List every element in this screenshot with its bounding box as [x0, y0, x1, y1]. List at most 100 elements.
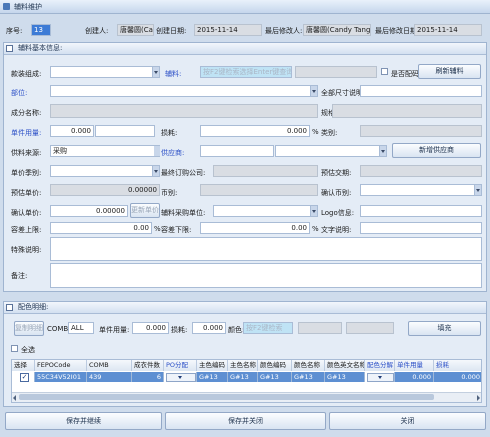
chevron-down-icon [152, 67, 159, 77]
col-header-comb[interactable]: COMB [87, 360, 132, 371]
tol-upper-input[interactable]: 0.00 [50, 222, 152, 234]
remark-label: 备注: [11, 272, 28, 280]
copy-detail-button[interactable]: 复制明细 [14, 321, 44, 336]
grid-header-row: 选择 FEPOCode COMB 成衣件数 PO分配 主色编码 主色名称 颜色编… [12, 360, 481, 371]
cell-color-en: G#13 [325, 372, 365, 382]
update-price-button[interactable]: 更新单价 [130, 203, 160, 218]
col-header-color-en[interactable]: 颜色英文名称 [325, 360, 365, 371]
purchase-unit-label: 辅料采购单位: [161, 209, 206, 217]
style-select[interactable] [50, 66, 160, 78]
supplier-input[interactable] [200, 145, 274, 157]
cell-split[interactable] [365, 372, 395, 382]
color-loss-input[interactable]: 0.000 [192, 322, 226, 334]
modifier-label: 最后修改人: [265, 27, 303, 35]
cell-loss[interactable]: 0.000 [434, 372, 481, 382]
po-dropdown[interactable] [166, 373, 196, 382]
part-label: 部位: [11, 89, 28, 97]
col-header-select[interactable]: 选择 [12, 360, 35, 371]
text-desc-input[interactable] [360, 222, 482, 234]
col-header-main-name[interactable]: 主色名称 [228, 360, 258, 371]
close-button[interactable]: 关闭 [329, 412, 486, 430]
cell-comb: 439 [87, 372, 132, 382]
unit-usage-spinner[interactable] [95, 125, 155, 137]
est-price-field: 0.00000 [50, 184, 160, 196]
loss-input[interactable]: 0.000 [200, 125, 310, 137]
cell-qty: 6 [132, 372, 164, 382]
currency-field [200, 184, 318, 196]
spec-field [332, 104, 482, 118]
confirm-currency-select[interactable] [360, 184, 482, 196]
table-row[interactable]: ✓ 55C34V52I01 439 6 G#13 G#13 G#13 G#13 … [12, 372, 481, 382]
col-header-loss[interactable]: 损耗 [434, 360, 481, 371]
scroll-thumb[interactable] [19, 394, 434, 400]
color-input[interactable]: 按F2键检索 [243, 322, 293, 334]
scroll-left-icon[interactable] [13, 395, 16, 401]
select-all-checkbox[interactable] [11, 345, 18, 352]
color-unit-usage-input[interactable]: 0.000 [132, 322, 169, 334]
price-season-label: 单价季别: [11, 169, 42, 177]
tol-lower-input[interactable]: 0.00 [200, 222, 310, 234]
part-select[interactable] [50, 85, 318, 97]
tol-lower-percent: % [312, 225, 319, 233]
supplier-select[interactable] [275, 145, 387, 157]
window-title: 辅料维护 [14, 3, 42, 11]
last-order-field [213, 165, 318, 177]
col-header-po[interactable]: PO分配 [164, 360, 197, 371]
text-desc-label: 文字说明: [321, 226, 352, 234]
save-continue-button[interactable]: 保存并继续 [5, 412, 162, 430]
new-supplier-button[interactable]: 新增供应商 [392, 143, 481, 158]
modifier-field: 唐馨圆(Candy Tang) [303, 24, 371, 36]
cell-main-code: G#13 [197, 372, 228, 382]
save-close-button[interactable]: 保存并关闭 [165, 412, 326, 430]
seq-field: 13 [31, 24, 51, 36]
cell-main-name: G#13 [228, 372, 258, 382]
col-header-fepocode[interactable]: FEPOCode [35, 360, 87, 371]
material-label: 辅料: [165, 70, 182, 78]
cell-po[interactable] [164, 372, 197, 382]
creator-field: 唐馨圆(Candy [117, 24, 154, 36]
col-header-color-code[interactable]: 颜色编码 [258, 360, 292, 371]
color-detail-header: 配色明细: [4, 302, 486, 314]
material-input[interactable]: 按F2键检索选择Enter键查询辅料 [200, 66, 292, 78]
row-select-cell[interactable]: ✓ [12, 372, 35, 382]
price-season-select[interactable] [50, 165, 160, 177]
match-code-label: 是否配码 [391, 70, 419, 78]
purchase-unit-select[interactable] [213, 205, 318, 217]
last-order-label: 最终订购公司: [161, 169, 206, 177]
match-code-checkbox[interactable] [381, 68, 388, 75]
scroll-right-icon[interactable] [477, 395, 480, 401]
cell-fepo: 55C34V52I01 [35, 372, 87, 382]
col-header-usage[interactable]: 单件用量 [395, 360, 434, 371]
col-header-color-name[interactable]: 颜色名称 [292, 360, 325, 371]
special-label: 特殊说明: [11, 246, 42, 254]
col-header-main-code[interactable]: 主色编码 [197, 360, 228, 371]
fill-button[interactable]: 填充 [408, 321, 481, 336]
create-date-field: 2015-11-14 [194, 24, 262, 36]
composition-label: 成分名称: [11, 109, 42, 117]
horizontal-scrollbar[interactable] [12, 392, 481, 402]
cell-usage[interactable]: 0.000 [395, 372, 434, 382]
cell-color-code: G#13 [258, 372, 292, 382]
collapse-icon[interactable] [6, 45, 13, 52]
supply-select[interactable]: 采购 [50, 145, 160, 157]
checkmark-icon[interactable]: ✓ [20, 373, 29, 382]
confirm-price-input[interactable]: 0.00000 [50, 205, 128, 217]
chevron-down-icon [178, 376, 182, 379]
logo-input[interactable] [360, 205, 482, 217]
unit-usage-input[interactable]: 0.000 [50, 125, 94, 137]
color-unit-usage-label: 单件用量: [99, 326, 130, 334]
full-size-input[interactable] [360, 85, 482, 97]
color-detail-field-2 [346, 322, 394, 334]
col-header-split[interactable]: 配色分解 [365, 360, 395, 371]
supplier-label: 供应商: [161, 149, 185, 157]
comb-select[interactable]: ALL [68, 322, 94, 334]
split-dropdown[interactable] [367, 373, 394, 382]
col-header-qty[interactable]: 成衣件数 [132, 360, 164, 371]
refresh-material-button[interactable]: 刷新辅料 [418, 64, 481, 79]
currency-label: 币别: [161, 189, 178, 197]
creator-label: 创建人: [85, 27, 109, 35]
remark-textarea[interactable] [50, 263, 482, 288]
special-textarea[interactable] [50, 237, 482, 261]
collapse-icon[interactable] [6, 304, 13, 311]
category-label: 类别: [321, 129, 338, 137]
